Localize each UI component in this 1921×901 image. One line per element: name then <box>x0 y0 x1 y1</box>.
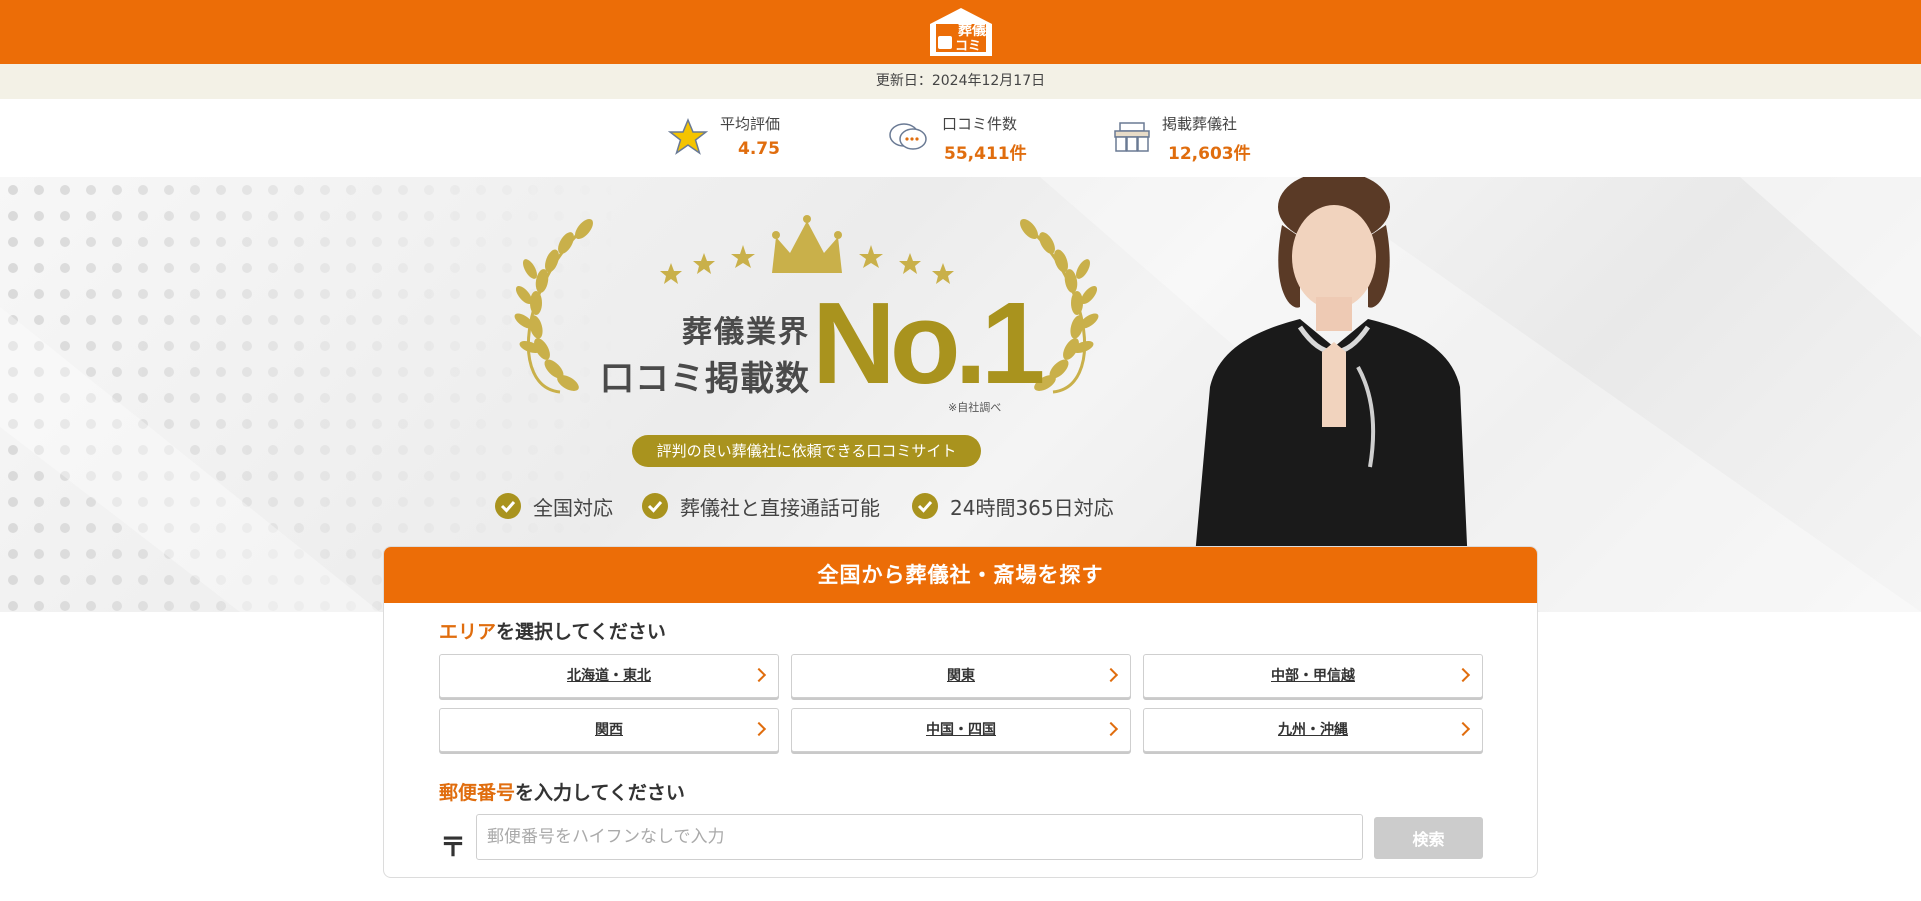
region-button-hokkaido-tohoku[interactable]: 北海道・東北 <box>439 654 779 698</box>
hero-headline-line1: 葬儀業界 <box>682 315 810 350</box>
postal-code-input[interactable] <box>476 814 1363 860</box>
site-logo[interactable]: 葬儀 コミ <box>928 6 994 58</box>
region-button-kyushu-okinawa[interactable]: 九州・沖縄 <box>1143 708 1483 752</box>
feature-label: 全国対応 <box>533 495 613 520</box>
region-button-chubu[interactable]: 中部・甲信越 <box>1143 654 1483 698</box>
chevron-right-icon <box>1455 721 1471 737</box>
feature-24h: 24時間365日対応 <box>912 492 1114 520</box>
chevron-right-icon <box>1103 667 1119 683</box>
funeral-hall-icon <box>1112 117 1152 157</box>
updated-date: 更新日：2024年12月17日 <box>0 64 1921 99</box>
feature-direct-call: 葬儀社と直接通話可能 <box>642 492 880 520</box>
region-button-chugoku-shikoku[interactable]: 中国・四国 <box>791 708 1131 752</box>
crown-icon <box>772 215 842 273</box>
area-title-rest: を選択してください <box>496 621 666 643</box>
chevron-right-icon <box>1103 721 1119 737</box>
region-label: 関東 <box>947 668 975 684</box>
stat-average-rating: 平均評価 4.75 <box>667 111 808 167</box>
stat-label: 平均評価 <box>720 115 781 133</box>
hero-rank: No.1 <box>812 278 1045 408</box>
region-button-kansai[interactable]: 関西 <box>439 708 779 752</box>
hero-slogan: 葬儀業界 口コミ掲載数 <box>600 307 810 400</box>
svg-text:コミ: コミ <box>955 39 981 54</box>
region-label: 北海道・東北 <box>567 668 651 684</box>
stat-label: 掲載葬儀社 <box>1162 115 1238 133</box>
stat-label: 口コミ件数 <box>942 115 1018 133</box>
hero-tagline: 評判の良い葬儀社に依頼できる口コミサイト <box>632 435 981 467</box>
stat-value: 55,411件 <box>944 144 1027 164</box>
feature-label: 24時間365日対応 <box>950 495 1114 520</box>
region-label: 中国・四国 <box>926 722 996 738</box>
search-button[interactable]: 検索 <box>1374 817 1483 859</box>
chevron-right-icon <box>751 667 767 683</box>
feature-label: 葬儀社と直接通話可能 <box>680 495 880 520</box>
check-icon <box>495 493 521 519</box>
stat-review-count: 口コミ件数 55,411件 <box>888 111 1048 167</box>
postal-title-highlight: 郵便番号 <box>439 782 516 804</box>
chevron-right-icon <box>1455 667 1471 683</box>
check-icon <box>642 493 668 519</box>
feature-nationwide: 全国対応 <box>495 492 613 520</box>
stats-bar: 平均評価 4.75 口コミ件数 55,411件 掲載葬儀社 12,603件 <box>0 99 1921 177</box>
check-icon <box>912 493 938 519</box>
search-panel-title: 全国から葬儀社・斎場を探す <box>384 547 1537 603</box>
site-header: 葬儀 コミ <box>0 0 1921 64</box>
area-section-title: エリアを選択してください <box>439 617 666 644</box>
stat-value: 12,603件 <box>1168 144 1251 164</box>
region-label: 関西 <box>595 722 623 738</box>
stat-listed-companies: 掲載葬儀社 12,603件 <box>1112 111 1272 167</box>
hero-headline-line2: 口コミ掲載数 <box>600 359 810 399</box>
chevron-right-icon <box>751 721 767 737</box>
star-icon <box>667 117 709 157</box>
postal-mark-icon: 〒 <box>440 833 467 863</box>
region-label: 中部・甲信越 <box>1271 668 1355 684</box>
svg-text:葬儀: 葬儀 <box>958 22 986 39</box>
region-button-kanto[interactable]: 関東 <box>791 654 1131 698</box>
search-panel: 全国から葬儀社・斎場を探す エリアを選択してください 北海道・東北 関東 中部・… <box>383 546 1538 878</box>
postal-section-title: 郵便番号を入力してください <box>439 778 685 805</box>
region-label: 九州・沖縄 <box>1278 722 1348 738</box>
postal-title-rest: を入力してください <box>515 782 685 804</box>
stat-value: 4.75 <box>738 139 780 159</box>
hero-note: ※自社調べ <box>948 401 1002 414</box>
chat-bubbles-icon <box>888 117 928 157</box>
area-title-highlight: エリア <box>439 621 497 643</box>
